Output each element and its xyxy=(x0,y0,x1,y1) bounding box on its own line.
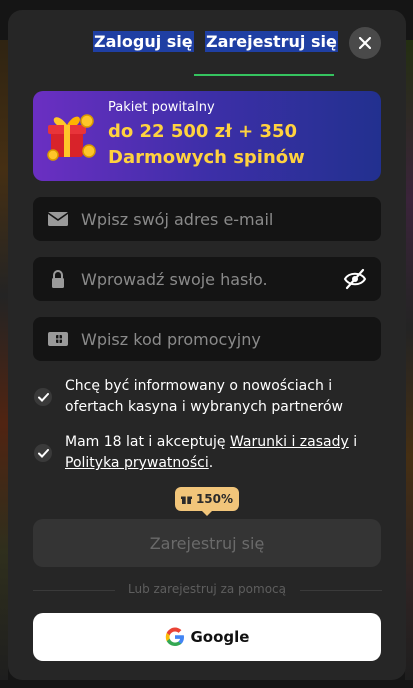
auth-tabs: Zaloguj się Zarejestruj się xyxy=(8,10,406,76)
age-terms-checkbox[interactable] xyxy=(34,444,52,462)
email-field xyxy=(33,197,381,241)
gift-icon xyxy=(47,114,96,161)
age-terms-suffix: . xyxy=(208,455,214,471)
welcome-promo-banner: Pakiet powitalny do 22 500 zł + 350 Darm… xyxy=(33,91,381,181)
close-icon xyxy=(359,37,371,49)
google-button-label: Google xyxy=(190,628,250,646)
register-modal: Zaloguj się Zarejestruj się Pakiet powit… xyxy=(8,10,406,680)
privacy-link[interactable]: Polityka prywatności xyxy=(65,455,209,471)
password-input[interactable] xyxy=(81,257,331,301)
checkmark-icon xyxy=(37,448,49,458)
promo-title-line1: do 22 500 zł + 350 xyxy=(108,121,298,142)
promo-title: do 22 500 zł + 350 Darmowych spinów xyxy=(108,119,368,171)
lock-icon xyxy=(52,270,64,288)
ticket-icon xyxy=(48,332,68,346)
background-left-strip xyxy=(0,40,8,680)
divider-right xyxy=(300,590,382,591)
password-field xyxy=(33,257,381,301)
divider-text: Lub zarejestruj za pomocą xyxy=(128,582,286,596)
marketing-consent-checkbox[interactable] xyxy=(34,388,52,406)
background-right-strip xyxy=(405,40,413,680)
age-terms-prefix: Mam 18 lat i akceptuję xyxy=(65,434,230,450)
bonus-badge: 150% xyxy=(175,487,239,516)
gift-icon xyxy=(180,496,192,504)
promo-title-line2: Darmowych spinów xyxy=(108,147,305,168)
marketing-consent-label: Chcę być informowany o nowościach i ofer… xyxy=(65,378,344,415)
eye-off-icon[interactable] xyxy=(343,268,367,290)
google-signin-button[interactable]: Google xyxy=(33,613,381,661)
active-tab-indicator xyxy=(194,74,334,76)
google-icon xyxy=(165,627,184,646)
age-terms-and: i xyxy=(348,434,358,450)
age-terms-label: Mam 18 lat i akceptuję Warunki i zasady … xyxy=(65,432,365,474)
tab-login[interactable]: Zaloguj się xyxy=(93,31,194,52)
tab-register-label: Zarejestruj się xyxy=(205,31,338,52)
terms-link[interactable]: Warunki i zasady xyxy=(230,434,349,450)
tab-register[interactable]: Zarejestruj się xyxy=(205,31,338,52)
email-input[interactable] xyxy=(81,197,331,241)
promo-code-field xyxy=(33,317,381,361)
promo-code-input[interactable] xyxy=(81,317,331,361)
envelope-icon xyxy=(47,212,69,226)
promo-subtitle: Pakiet powitalny xyxy=(108,100,215,115)
tab-login-label: Zaloguj się xyxy=(93,31,194,52)
bonus-badge-label: 150% xyxy=(195,492,234,506)
register-button[interactable]: Zarejestruj się xyxy=(33,519,381,567)
checkmark-icon xyxy=(37,392,49,402)
close-button[interactable] xyxy=(349,27,381,59)
